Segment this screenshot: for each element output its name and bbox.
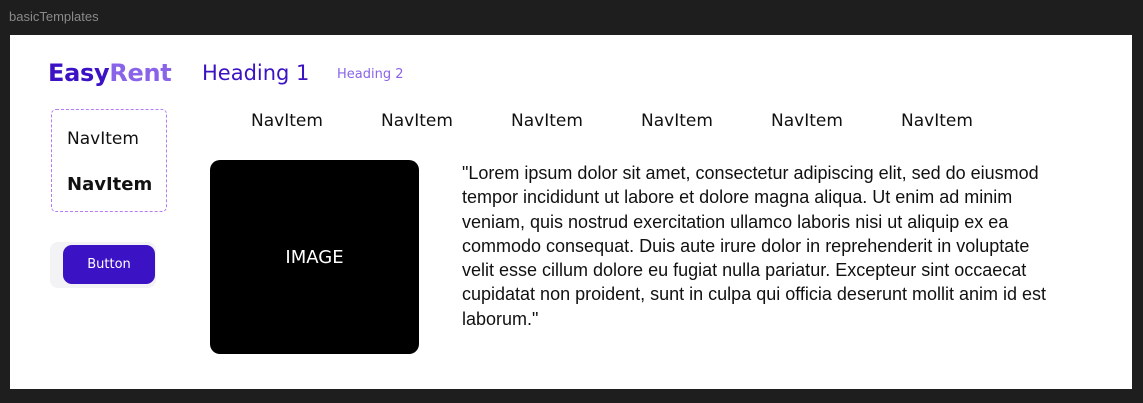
top-nav-item-2[interactable]: NavItem: [381, 111, 511, 131]
heading-1: Heading 1: [202, 61, 310, 85]
brand-logo-part1: Easy: [48, 59, 110, 87]
brand-logo-part2: Rent: [109, 59, 172, 87]
frame-title: basicTemplates: [9, 9, 99, 24]
side-nav-item-2[interactable]: NavItem: [67, 174, 152, 195]
top-nav-item-6[interactable]: NavItem: [901, 111, 1031, 131]
top-nav-item-3[interactable]: NavItem: [511, 111, 641, 131]
top-nav-item-1[interactable]: NavItem: [251, 111, 381, 131]
brand-logo[interactable]: EasyRent: [48, 59, 172, 87]
button-container: Button: [50, 242, 156, 288]
side-nav: NavItem NavItem: [51, 109, 167, 212]
body-paragraph: "Lorem ipsum dolor sit amet, consectetur…: [462, 163, 1047, 329]
top-nav: NavItem NavItem NavItem NavItem NavItem …: [251, 111, 1031, 131]
primary-button[interactable]: Button: [63, 245, 155, 284]
side-nav-item-1[interactable]: NavItem: [67, 129, 139, 149]
template-frame: EasyRent Heading 1 Heading 2 NavItem Nav…: [10, 35, 1132, 389]
image-placeholder-label: IMAGE: [285, 246, 344, 268]
top-nav-item-5[interactable]: NavItem: [771, 111, 901, 131]
heading-2: Heading 2: [337, 67, 404, 82]
image-placeholder: IMAGE: [210, 160, 419, 354]
top-nav-item-4[interactable]: NavItem: [641, 111, 771, 131]
